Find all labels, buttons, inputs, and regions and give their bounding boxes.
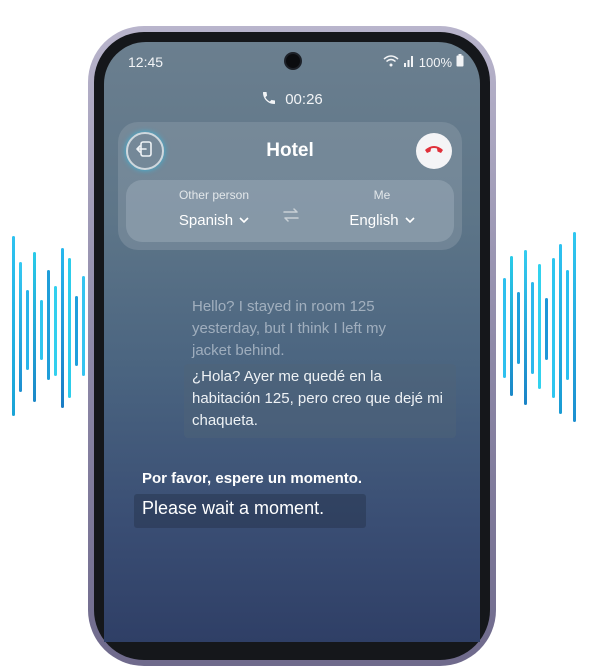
chevron-down-icon — [239, 210, 249, 227]
reply-english: Please wait a moment. — [142, 498, 325, 518]
original-message: Hello? I stayed in room 125 yesterday, b… — [192, 298, 386, 359]
phone-screen: 12:45 100% 00:26 Hotel Other person Span… — [104, 42, 480, 642]
sound-wave-bar — [531, 282, 534, 374]
status-icons: 100% — [383, 54, 464, 70]
signal-icon — [403, 55, 415, 70]
sound-wave-bar — [40, 300, 43, 360]
sound-wave-bar — [510, 256, 513, 396]
call-duration: 00:26 — [104, 90, 480, 110]
chevron-down-icon — [405, 210, 415, 227]
sound-wave-bar — [552, 258, 555, 398]
call-title: Hotel — [266, 140, 314, 161]
language-selector: Other person Spanish Me English — [126, 180, 454, 242]
sound-wave-bar — [524, 250, 527, 405]
sound-wave-bar — [503, 278, 506, 378]
other-language[interactable]: Other person Spanish — [154, 188, 274, 229]
sound-wave-bar — [47, 270, 50, 380]
other-language-value: Spanish — [178, 212, 234, 229]
sound-wave-bar — [19, 262, 22, 392]
sound-wave-bar — [75, 296, 78, 366]
other-language-label: Other person — [178, 188, 250, 202]
translated-message: ¿Hola? Ayer me quedé en la habitación 12… — [192, 368, 444, 429]
sound-wave-bar — [517, 292, 520, 364]
sound-wave-bar — [12, 236, 15, 416]
front-camera — [286, 54, 300, 68]
sound-wave-bar — [26, 290, 29, 370]
swap-languages-button[interactable] — [282, 208, 300, 227]
sound-wave-bar — [33, 252, 36, 402]
my-language[interactable]: Me English — [322, 188, 442, 229]
sound-wave-bar — [538, 264, 541, 389]
sound-wave-bar — [68, 258, 71, 398]
call-header-card: Hotel Other person Spanish Me English — [118, 122, 462, 250]
battery-percent: 100% — [418, 54, 452, 70]
end-call-icon — [423, 142, 445, 160]
my-language-value: English — [349, 212, 399, 229]
wifi-icon — [383, 54, 399, 70]
sound-wave-bar — [559, 244, 562, 414]
battery-icon — [456, 54, 464, 70]
swap-icon — [282, 208, 300, 226]
call-duration-text: 00:26 — [285, 91, 323, 108]
end-call-button[interactable] — [416, 133, 452, 169]
sound-wave-bar — [566, 270, 569, 380]
sound-wave-bar — [545, 298, 548, 360]
reply-spanish: Por favor, espere un momento. — [142, 470, 363, 487]
sound-wave-bar — [82, 276, 85, 376]
phone-icon — [261, 90, 277, 110]
sound-wave-bar — [573, 232, 576, 422]
sound-wave-bar — [54, 286, 57, 376]
my-language-label: Me — [373, 188, 391, 202]
sound-wave-bar — [61, 248, 64, 408]
status-time: 12:45 — [128, 54, 164, 70]
